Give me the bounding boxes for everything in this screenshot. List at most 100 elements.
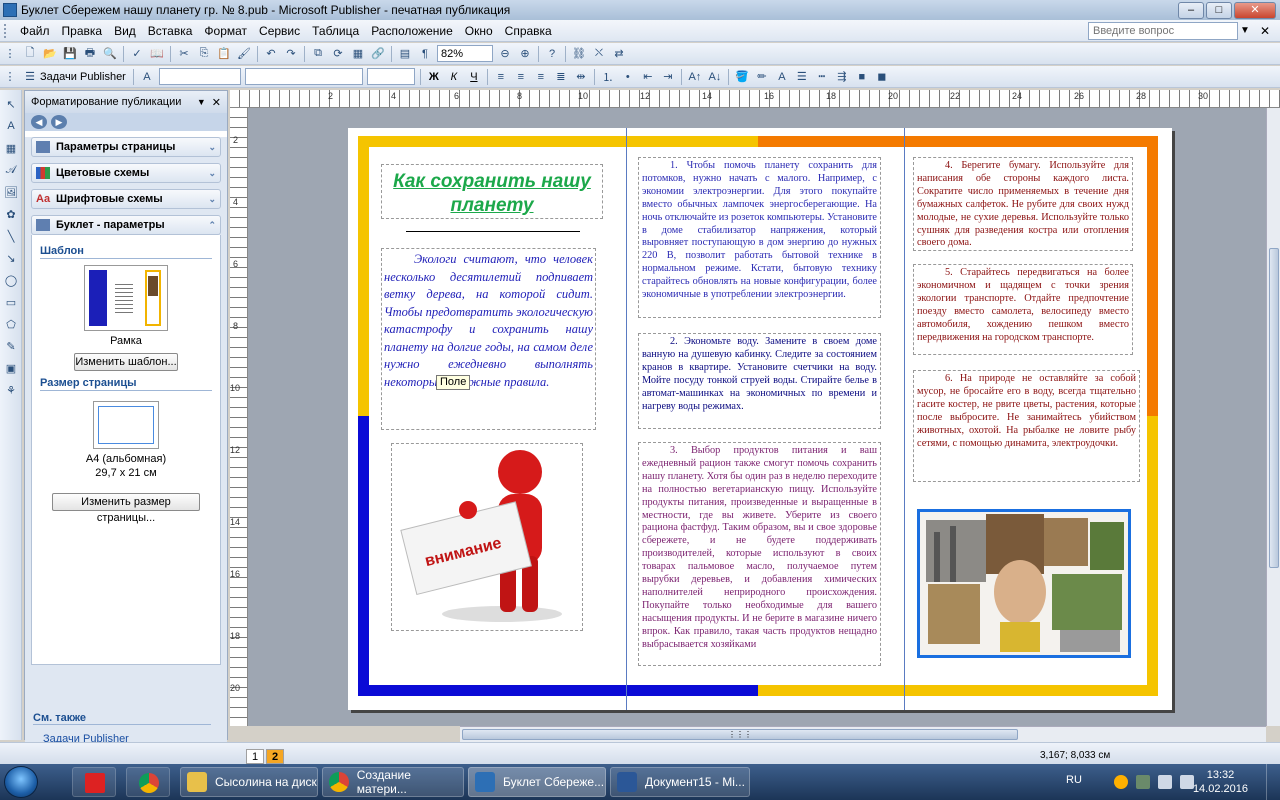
zoom-out-icon[interactable]: ⊖	[497, 46, 513, 62]
language-indicator[interactable]: RU	[1066, 774, 1082, 786]
bring-forward-icon[interactable]: ⧉	[310, 46, 326, 62]
tasks-icon[interactable]: ☰	[22, 69, 38, 85]
maximize-button[interactable]: □	[1206, 1, 1232, 19]
menu-help[interactable]: Справка	[499, 24, 558, 38]
bold-button[interactable]: Ж	[426, 69, 442, 85]
taskbar-app-chrome[interactable]	[126, 767, 170, 797]
tasks-publisher-label[interactable]: Задачи Publisher	[40, 71, 126, 83]
3d-style-icon[interactable]: ◼	[874, 69, 890, 85]
numbering-icon[interactable]: ⒈	[600, 69, 616, 85]
section-page-options[interactable]: Параметры страницы ⌄	[31, 137, 221, 157]
font-combo[interactable]	[244, 68, 363, 85]
format-painter-icon[interactable]: 🖌	[236, 46, 252, 62]
tip-6-frame[interactable]: 6. На природе не оставляйте за собой мус…	[913, 370, 1140, 482]
copy-icon[interactable]: ⎘	[196, 46, 212, 62]
clipart-icon[interactable]: ✿	[3, 206, 19, 222]
menu-view[interactable]: Вид	[108, 24, 142, 38]
show-desktop-button[interactable]	[1266, 764, 1280, 800]
line-color-icon[interactable]: ✏	[754, 69, 770, 85]
horizontal-scroll-thumb[interactable]: ⋮⋮⋮	[462, 729, 1018, 740]
print-preview-icon[interactable]: 🔍	[102, 46, 118, 62]
menu-edit[interactable]: Правка	[56, 24, 109, 38]
paste-icon[interactable]: 📋	[216, 46, 232, 62]
picture-icon[interactable]: 🖼	[3, 184, 19, 200]
shadow-style-icon[interactable]: ■	[854, 69, 870, 85]
save-icon[interactable]: 💾	[62, 46, 78, 62]
arrow-icon[interactable]: ↘	[3, 250, 19, 266]
new-icon[interactable]: 🗋	[22, 46, 38, 62]
text-box-icon[interactable]: A	[3, 118, 19, 134]
insert-hyperlink-icon[interactable]: 🔗	[370, 46, 386, 62]
unlink-icon[interactable]: ⛌	[591, 46, 607, 62]
hotspot-icon[interactable]: ✎	[3, 338, 19, 354]
taskbar-task-word[interactable]: Документ15 - Mi...	[610, 767, 750, 797]
section-font-schemes[interactable]: Aa Шрифтовые схемы ⌄	[31, 189, 221, 209]
start-button[interactable]	[4, 766, 38, 798]
tray-app-icon[interactable]	[1114, 775, 1128, 789]
taskbar-app-pdf[interactable]	[72, 767, 116, 797]
network-icon[interactable]	[1158, 775, 1172, 789]
align-right-icon[interactable]: ≡	[533, 69, 549, 85]
spelling-icon[interactable]: ✓	[129, 46, 145, 62]
intro-text-frame[interactable]: Экологи считают, что человек несколько д…	[381, 248, 596, 430]
toolbar-grip[interactable]: ⋮	[2, 46, 18, 62]
rotate-icon[interactable]: ⟳	[330, 46, 346, 62]
volume-icon[interactable]	[1180, 775, 1194, 789]
rectangle-icon[interactable]: ▭	[3, 294, 19, 310]
align-left-icon[interactable]: ≡	[493, 69, 509, 85]
page-tab-1[interactable]: 1	[246, 749, 264, 764]
menu-insert[interactable]: Вставка	[142, 24, 199, 38]
line-style-icon[interactable]: ☰	[794, 69, 810, 85]
task-pane-close-icon[interactable]: ✕	[212, 96, 221, 109]
back-icon[interactable]: ◀	[31, 115, 47, 129]
print-icon[interactable]: 🖶	[82, 46, 98, 62]
ecology-collage-frame[interactable]	[917, 509, 1131, 658]
select-pointer-icon[interactable]: ↖	[3, 96, 19, 112]
forward-icon[interactable]: ▶	[51, 115, 67, 129]
distribute-icon[interactable]: ⇹	[573, 69, 589, 85]
horizontal-scrollbar[interactable]: ⋮⋮⋮	[460, 726, 1266, 742]
decrease-indent-icon[interactable]: ⇤	[640, 69, 656, 85]
open-icon[interactable]: 📂	[42, 46, 58, 62]
increase-indent-icon[interactable]: ⇥	[660, 69, 676, 85]
document-close-icon[interactable]: ✕	[1260, 24, 1274, 38]
bullets-icon[interactable]: •	[620, 69, 636, 85]
section-brochure-options[interactable]: Буклет - параметры ⌃	[31, 215, 221, 235]
tray-clock[interactable]: 13:32 14.02.2016	[1193, 768, 1248, 796]
menubar-grip[interactable]	[4, 23, 10, 38]
redo-icon[interactable]: ↷	[283, 46, 299, 62]
justify-icon[interactable]: ≣	[553, 69, 569, 85]
menu-arrange[interactable]: Расположение	[365, 24, 459, 38]
taskbar-task-publisher[interactable]: Буклет Сбереже...	[468, 767, 606, 797]
task-pane-menu-icon[interactable]: ▼	[197, 97, 206, 107]
minimize-button[interactable]: –	[1178, 1, 1204, 19]
help-dropdown-icon[interactable]: ▼	[1240, 25, 1254, 36]
menu-tools[interactable]: Сервис	[253, 24, 306, 38]
toolbar-grip[interactable]: ⋮	[2, 69, 18, 85]
change-template-button[interactable]: Изменить шаблон...	[74, 353, 178, 371]
close-button[interactable]: ✕	[1234, 1, 1276, 19]
tip-3-frame[interactable]: 3. Выбор продуктов питания и ваш ежеднев…	[638, 442, 881, 666]
font-color-icon[interactable]: A	[774, 69, 790, 85]
cut-icon[interactable]: ✂	[176, 46, 192, 62]
dash-style-icon[interactable]: ┅	[814, 69, 830, 85]
help-question-input[interactable]	[1088, 21, 1238, 40]
tip-4-frame[interactable]: 4. Берегите бумагу. Используйте для напи…	[913, 157, 1133, 251]
fill-color-icon[interactable]: 🪣	[734, 69, 750, 85]
zoom-in-icon[interactable]: ⊕	[517, 46, 533, 62]
italic-button[interactable]: К	[446, 69, 462, 85]
insert-table-icon[interactable]: ▦	[350, 46, 366, 62]
styles-icon[interactable]: A	[139, 69, 155, 85]
align-center-icon[interactable]: ≡	[513, 69, 529, 85]
tray-app-icon[interactable]	[1136, 775, 1150, 789]
wordart-icon[interactable]: 𝒜	[3, 162, 19, 178]
link-icon[interactable]: ⛓	[571, 46, 587, 62]
taskbar-task-folder[interactable]: Сысолина на диск	[180, 767, 318, 797]
menu-file[interactable]: Файл	[14, 24, 56, 38]
design-gallery-icon[interactable]: ▣	[3, 360, 19, 376]
attention-image-frame[interactable]: внимание	[391, 443, 583, 631]
zoom-combo[interactable]	[437, 45, 493, 62]
catalog-icon[interactable]: ⚘	[3, 382, 19, 398]
menu-window[interactable]: Окно	[459, 24, 499, 38]
tip-1-frame[interactable]: 1. Чтобы помочь планету сохранить для по…	[638, 157, 881, 318]
